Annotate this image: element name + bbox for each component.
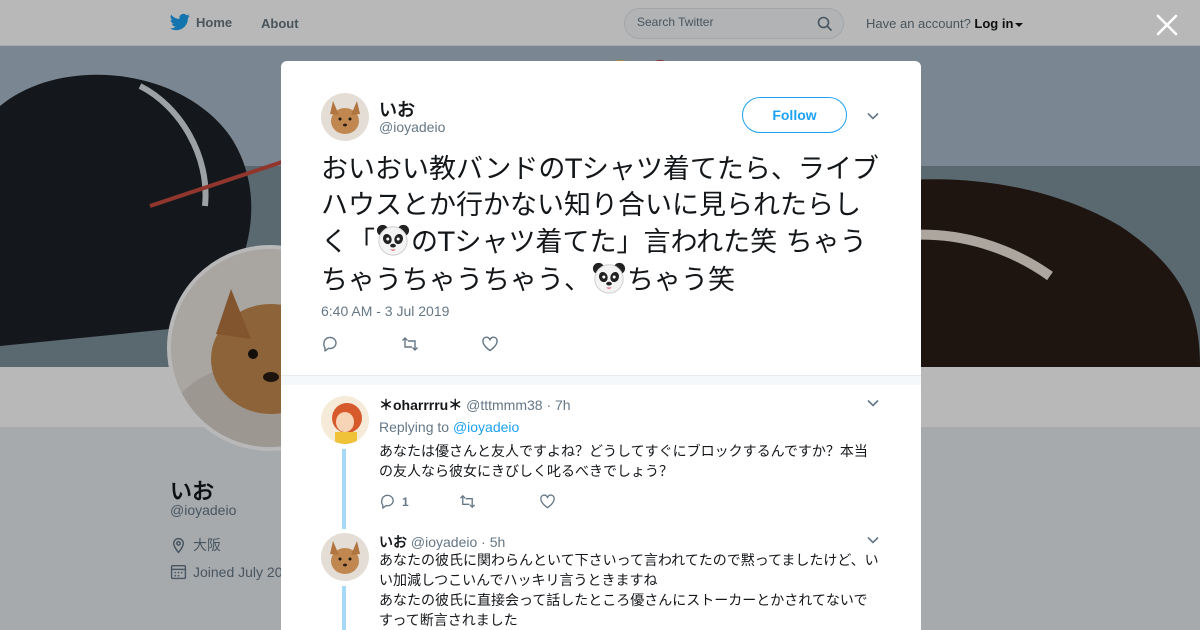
like-icon <box>540 494 555 509</box>
panda-emoji-icon <box>376 224 410 256</box>
tweet-actions <box>321 335 561 353</box>
avatar-illustration-image <box>321 396 369 444</box>
like-icon <box>482 336 498 352</box>
reply-text-line1: あなたの彼氏に関わらんといて下さいって言われてたので黙ってましたけど、いい加減し… <box>379 553 879 589</box>
reply-author-avatar[interactable] <box>321 396 369 444</box>
reply-icon <box>381 494 394 509</box>
chevron-down-icon[interactable] <box>866 533 880 547</box>
chevron-down-icon[interactable] <box>866 396 880 410</box>
retweet-icon <box>402 337 418 351</box>
thread-line <box>342 586 346 630</box>
reply-count: 1 <box>402 494 409 509</box>
reply-text-line2: あなたの彼氏に直接会って話したところ優さんにストーカーとかされてないですって断言… <box>379 593 868 629</box>
panda-emoji-icon <box>592 262 626 294</box>
reply-icon <box>323 336 337 352</box>
avatar-dog-image <box>321 533 369 581</box>
reply-time[interactable]: · 7h <box>546 397 570 413</box>
reply-text: あなたは優さんと友人ですよね？どうしてすぐにブロックするんですか？本当の友人なら… <box>379 444 868 480</box>
like-button[interactable] <box>539 493 619 510</box>
chevron-down-icon[interactable] <box>866 109 880 123</box>
reply-header: いお @ioyadeio · 5h <box>379 532 505 552</box>
thread-line <box>342 449 346 529</box>
reply-header: ＊oharrrru＊ @tttmmm38 · 7h <box>379 395 571 415</box>
tweet-author-handle[interactable]: @ioyadeio <box>379 119 445 135</box>
close-icon[interactable] <box>1154 12 1180 38</box>
retweet-button[interactable] <box>459 493 539 510</box>
follow-button[interactable]: Follow <box>742 97 847 133</box>
tweet-author-avatar[interactable] <box>321 93 369 141</box>
retweet-button[interactable] <box>401 335 481 353</box>
tweet-modal: いお @ioyadeio Follow おいおい教バンドのTシャツ着てたら、ライ… <box>281 61 921 630</box>
reply-button[interactable]: 1 <box>379 493 459 510</box>
reply-author-handle[interactable]: @ioyadeio <box>411 534 477 550</box>
retweet-icon <box>459 494 476 509</box>
reply-author-handle[interactable]: @tttmmm38 <box>466 397 542 413</box>
replying-to: Replying to @ioyadeio <box>379 419 519 435</box>
reply-author-name[interactable]: ＊oharrrru＊ <box>379 397 462 413</box>
reply-author-avatar[interactable] <box>321 533 369 581</box>
replying-to-link[interactable]: @ioyadeio <box>453 419 519 435</box>
reply-author-name[interactable]: いお <box>379 534 407 550</box>
like-button[interactable] <box>481 335 561 353</box>
avatar-dog-image <box>321 93 369 141</box>
replies-divider <box>281 375 921 385</box>
reply-time[interactable]: · 5h <box>481 534 505 550</box>
tweet-text-part3: ちゃう笑 <box>627 264 735 296</box>
replying-to-prefix: Replying to <box>379 419 450 435</box>
tweet-timestamp[interactable]: 6:40 AM - 3 Jul 2019 <box>321 303 449 319</box>
reply-actions: 1 <box>379 493 619 510</box>
tweet-text: おいおい教バンドのTシャツ着てたら、ライブハウスとか行かない知り合いに見られたら… <box>321 152 881 298</box>
reply-button[interactable] <box>321 335 401 353</box>
